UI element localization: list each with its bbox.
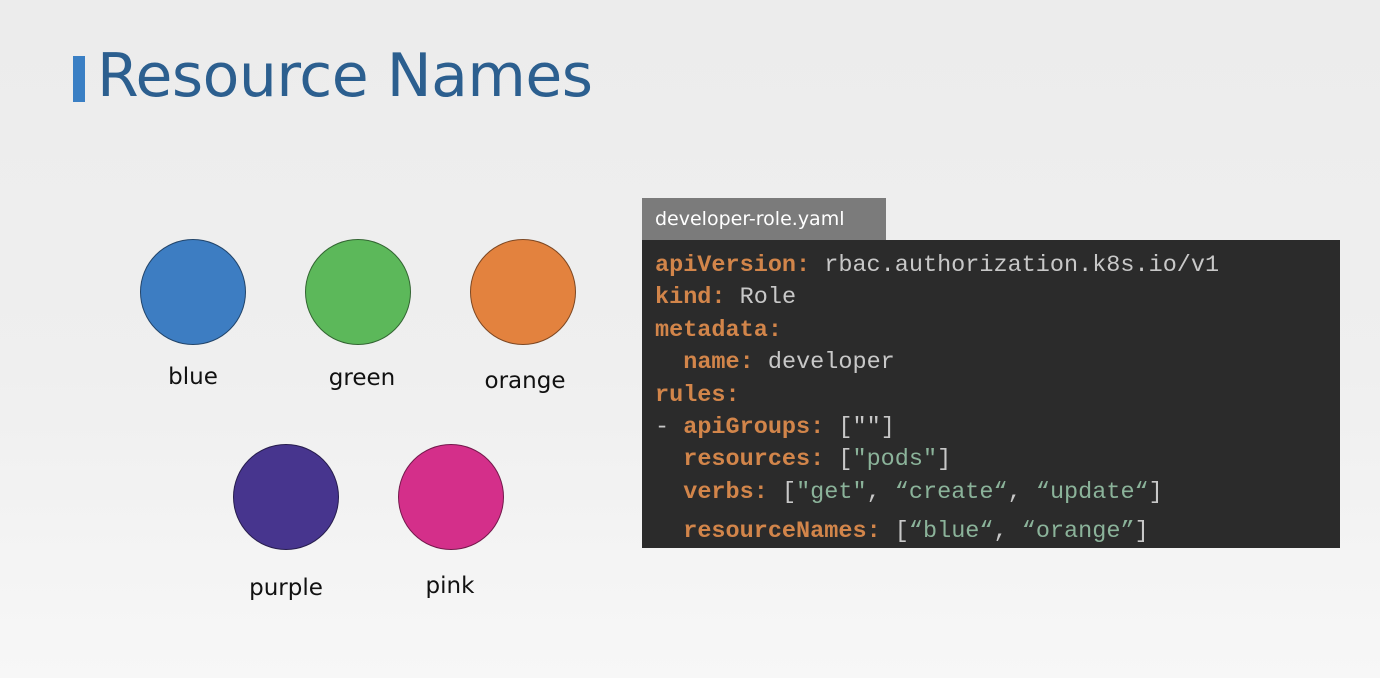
- code-key: kind: [655, 284, 712, 312]
- code-line-resources: resources: ["pods"]: [683, 446, 952, 474]
- code-line-name: name: developer: [683, 349, 895, 377]
- orange-circle: [470, 239, 576, 345]
- code-string: “update“: [1035, 478, 1149, 506]
- orange-label: orange: [484, 368, 566, 394]
- code-key: rules: [655, 381, 726, 409]
- code-value: rbac.authorization.k8s.io/v1: [824, 252, 1220, 279]
- code-line-api-groups: - apiGroups: [""]: [655, 413, 895, 441]
- pink-circle: [398, 444, 504, 550]
- pink-label: pink: [425, 573, 475, 599]
- code-value: developer: [767, 349, 895, 377]
- code-key: apiGroups: [683, 413, 811, 441]
- code-key: metadata: [655, 316, 768, 344]
- purple-circle: [233, 444, 339, 550]
- code-editor[interactable]: apiVersion: rbac.authorization.k8s.io/v1…: [642, 240, 1340, 548]
- code-string: “create“: [894, 478, 1008, 506]
- purple-label: purple: [249, 575, 323, 601]
- code-value: Role: [739, 284, 797, 312]
- blue-circle: [140, 239, 246, 345]
- code-key: resourceNames: [683, 518, 867, 546]
- code-line-verbs: verbs: ["get", “create“, “update“]: [683, 478, 1163, 506]
- green-label: green: [328, 365, 396, 391]
- code-line-resource-names: resourceNames: [“blue“, “orange”]: [683, 518, 1149, 546]
- code-value: "": [852, 413, 881, 441]
- code-line-metadata: metadata:: [655, 316, 782, 344]
- title-accent-bar: [73, 56, 85, 102]
- code-key: resources: [683, 446, 811, 474]
- code-line-api-version: apiVersion: rbac.authorization.k8s.io/v1: [655, 252, 1220, 279]
- code-line-rules: rules:: [655, 381, 740, 409]
- blue-label: blue: [168, 364, 218, 390]
- slide-title: Resource Names: [97, 41, 593, 111]
- code-line-kind: kind: Role: [655, 284, 797, 312]
- code-string: “orange”: [1021, 518, 1135, 546]
- code-string: “blue“: [908, 518, 994, 546]
- code-key: verbs: [683, 478, 754, 506]
- green-circle: [305, 239, 411, 345]
- code-string: "pods": [852, 446, 938, 474]
- filename-tab[interactable]: developer-role.yaml: [642, 198, 886, 240]
- code-key: apiVersion: [655, 252, 797, 279]
- code-key: name: [683, 349, 740, 377]
- code-string: "get": [796, 478, 867, 506]
